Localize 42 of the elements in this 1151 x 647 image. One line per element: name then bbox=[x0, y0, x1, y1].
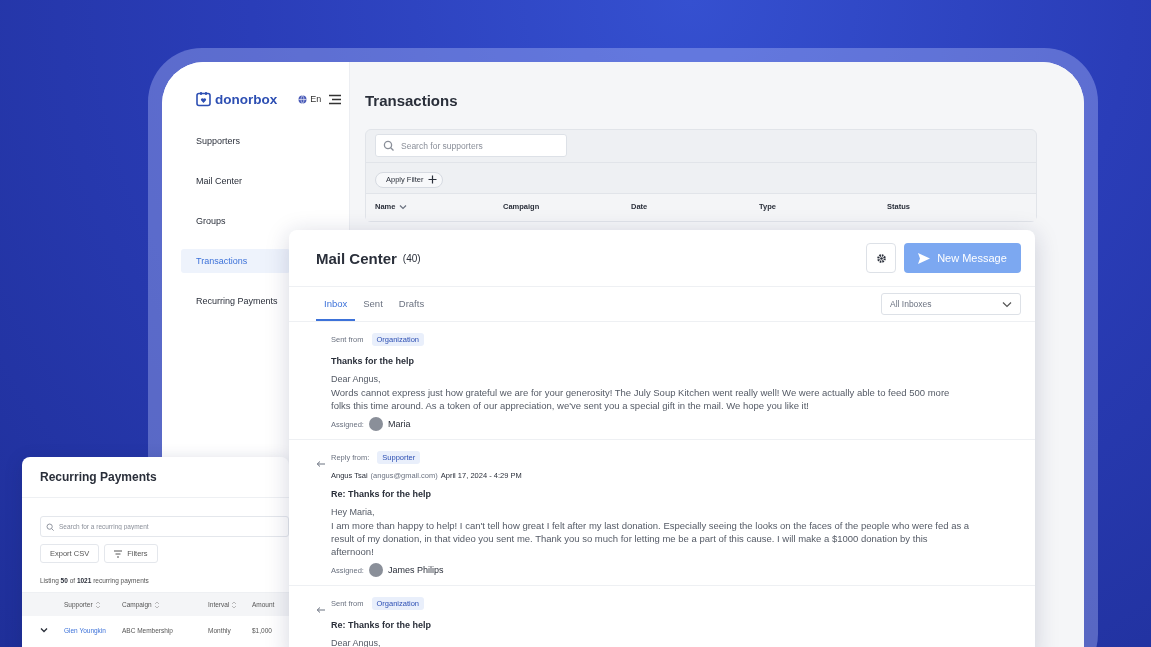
reply-arrow-icon bbox=[316, 460, 326, 468]
card-title: Recurring Payments bbox=[40, 470, 157, 484]
app-logo[interactable]: donorbox bbox=[196, 91, 278, 107]
message-body: Words cannot express just how grateful we are for your generosity! The July Soup Kitchen went really well! We were actually able to feed 500 more folks this time around. As a token of our appreciation, we've sent you a special gift in the mail. We hope you like it! bbox=[331, 386, 951, 412]
assignee-name: James Philips bbox=[387, 565, 444, 575]
sidebar-item[interactable]: Groups bbox=[181, 209, 290, 233]
page-title: Transactions bbox=[365, 92, 459, 110]
sidebar-item[interactable]: Supporters bbox=[181, 129, 290, 153]
message-subject: Thanks for the help bbox=[331, 356, 415, 366]
sort-icon[interactable] bbox=[231, 600, 238, 609]
sort-icon[interactable] bbox=[94, 600, 101, 609]
language-selector[interactable]: En bbox=[298, 94, 322, 104]
send-icon bbox=[918, 252, 931, 264]
message-greeting: Dear Angus, bbox=[331, 373, 382, 386]
plus-icon bbox=[427, 175, 437, 184]
settings-button[interactable] bbox=[866, 243, 896, 273]
sidebar-item[interactable]: Mail Center bbox=[181, 169, 290, 193]
chevron-icon[interactable] bbox=[40, 626, 48, 634]
chevron-down-icon bbox=[1002, 299, 1012, 309]
globe-icon bbox=[298, 94, 308, 104]
settings-icon bbox=[875, 252, 887, 264]
search-field[interactable]: Search for supporters bbox=[375, 134, 567, 157]
tab[interactable]: Drafts bbox=[390, 287, 433, 321]
message-subject: Re: Thanks for the help bbox=[331, 489, 432, 499]
sidebar-item[interactable]: Transactions bbox=[181, 249, 290, 273]
message-subject: Re: Thanks for the help bbox=[331, 620, 432, 630]
message-body: I am more than happy to help! I can't tell how great I felt after my last donation. Especially seeing the looks on the faces of the people who were fed as a result of my donation, in that video you sent me. Thank you so much for letting me be a part of this cause. I will make a $1000 donation by this afternoon! bbox=[331, 519, 971, 558]
sort-icon[interactable] bbox=[153, 600, 160, 609]
filter-icon bbox=[114, 549, 123, 558]
assignee-name: Maria bbox=[387, 419, 411, 429]
tab[interactable]: Sent bbox=[355, 287, 391, 321]
panel-title: Mail Center bbox=[316, 249, 397, 267]
message-greeting: Dear Angus, bbox=[331, 637, 382, 647]
inbox-dropdown[interactable]: All Inboxes bbox=[881, 293, 1021, 315]
message-greeting: Hey Maria, bbox=[331, 506, 376, 519]
message-count: (40) bbox=[402, 252, 421, 264]
menu-icon[interactable] bbox=[329, 93, 342, 105]
avatar bbox=[368, 417, 383, 431]
avatar bbox=[368, 563, 383, 577]
reply-arrow-icon bbox=[316, 606, 326, 614]
sidebar-item[interactable]: Recurring Payments bbox=[181, 289, 290, 313]
tab[interactable]: Inbox bbox=[316, 287, 356, 321]
